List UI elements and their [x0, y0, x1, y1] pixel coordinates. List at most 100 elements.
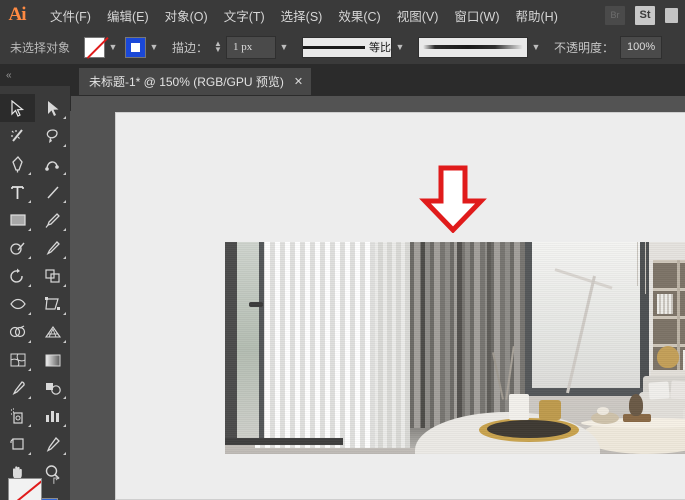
fill-swatch[interactable]: [84, 36, 106, 58]
stroke-swatch[interactable]: [125, 36, 147, 58]
canvas-area[interactable]: [70, 111, 685, 500]
rectangle-tool[interactable]: [0, 206, 35, 234]
brush-chevron-down-icon[interactable]: ▼: [528, 37, 544, 58]
tool-row: [0, 150, 70, 178]
stroke-profile-chevron-down-icon[interactable]: ▼: [392, 37, 408, 58]
menu-edit[interactable]: 编辑(E): [99, 2, 157, 29]
magic-wand-tool[interactable]: [0, 122, 35, 150]
stroke-weight-chevron-down-icon[interactable]: ▼: [276, 37, 292, 58]
tool-flyout-indicator-icon: [63, 256, 66, 259]
photo-shelf-divider: [677, 260, 680, 386]
stroke-profile-label: 等比: [368, 42, 391, 54]
brush-definition-dropdown[interactable]: [417, 36, 528, 58]
photo-pendant-cord: [637, 242, 638, 286]
bridge-icon[interactable]: Br: [605, 5, 625, 25]
tool-flyout-indicator-icon: [28, 228, 31, 231]
tool-flyout-indicator-icon: [63, 284, 66, 287]
tool-flyout-indicator-icon: [63, 424, 66, 427]
tool-flyout-indicator-icon: [28, 284, 31, 287]
eyedropper-tool[interactable]: [0, 374, 35, 402]
stroke-chevron-down-icon[interactable]: ▼: [146, 37, 162, 58]
photo-drape-fold: [487, 242, 491, 430]
illustrator-window: Ai 文件(F) 编辑(E) 对象(O) 文字(T) 选择(S) 效果(C) 视…: [0, 0, 685, 500]
selection-tool[interactable]: [0, 94, 35, 122]
tool-flyout-indicator-icon: [28, 256, 31, 259]
photo-drape-fold: [421, 242, 425, 432]
menu-help[interactable]: 帮助(H): [508, 2, 566, 29]
tool-row: [0, 122, 70, 150]
workspace-switcher-icon[interactable]: [665, 7, 678, 23]
shape-builder-tool[interactable]: [0, 318, 35, 346]
shaper-tool[interactable]: [0, 234, 35, 262]
paintbrush-tool[interactable]: [35, 206, 70, 234]
tool-row: [0, 206, 70, 234]
tool-row: [0, 346, 70, 374]
tool-grid: [0, 94, 70, 486]
artboard[interactable]: [115, 112, 685, 500]
toolbar-fill-swatch[interactable]: [8, 478, 42, 500]
menu-view[interactable]: 视图(V): [389, 2, 447, 29]
curvature-tool[interactable]: [35, 150, 70, 178]
photo-sheer-curtain: [255, 242, 375, 448]
tool-flyout-indicator-icon: [28, 452, 31, 455]
column-graph-tool[interactable]: [35, 402, 70, 430]
opacity-label: 不透明度：: [553, 40, 614, 55]
tool-flyout-indicator-icon: [63, 200, 66, 203]
menu-object[interactable]: 对象(O): [157, 2, 216, 29]
blend-tool[interactable]: [35, 374, 70, 402]
opacity-input[interactable]: 100%: [619, 35, 663, 59]
pencil-tool[interactable]: [35, 234, 70, 262]
stroke-weight-input[interactable]: 1 px: [225, 35, 276, 59]
menu-effect[interactable]: 效果(C): [330, 2, 388, 29]
stroke-profile-preview-icon: [302, 45, 365, 49]
swap-fill-stroke-icon[interactable]: ↱: [51, 474, 60, 487]
photo-decor-ball: [597, 407, 609, 415]
interior-living-room-photo[interactable]: [225, 242, 685, 454]
free-transform-tool[interactable]: [35, 290, 70, 318]
slice-tool[interactable]: [35, 430, 70, 458]
document-tab-title: 未标题-1* @ 150% (RGB/GPU 预览): [89, 75, 284, 89]
perspective-grid-tool[interactable]: [35, 318, 70, 346]
stepper-down-icon[interactable]: ▼: [214, 46, 222, 54]
fill-chevron-down-icon[interactable]: ▼: [105, 37, 121, 58]
stroke-weight-label: 描边：: [172, 40, 209, 55]
document-tab[interactable]: 未标题-1* @ 150% (RGB/GPU 预览) ✕: [78, 67, 313, 96]
lasso-tool[interactable]: [35, 122, 70, 150]
menu-bar: Ai 文件(F) 编辑(E) 对象(O) 文字(T) 选择(S) 效果(C) 视…: [0, 0, 685, 31]
photo-candle: [509, 394, 529, 420]
gradient-tool[interactable]: [35, 346, 70, 374]
line-segment-tool[interactable]: [35, 178, 70, 206]
stroke-profile-dropdown[interactable]: 等比: [301, 36, 392, 58]
symbol-sprayer-tool[interactable]: [0, 402, 35, 430]
pen-tool[interactable]: [0, 150, 35, 178]
photo-window-handle: [249, 302, 263, 307]
width-tool[interactable]: [0, 290, 35, 318]
photo-window-frame-left: [525, 242, 532, 394]
stroke-weight-stepper[interactable]: ▲ ▼: [214, 40, 222, 54]
rotate-tool[interactable]: [0, 262, 35, 290]
tool-flyout-indicator-icon: [63, 396, 66, 399]
menu-select[interactable]: 选择(S): [273, 2, 331, 29]
photo-shelf-board: [653, 260, 685, 263]
photo-window-glass-left: [237, 242, 259, 440]
menu-file[interactable]: 文件(F): [42, 2, 99, 29]
tool-row: [0, 234, 70, 262]
fill-stroke-swatches: ↱: [8, 475, 66, 500]
tool-row: [0, 262, 70, 290]
tool-row: [0, 178, 70, 206]
menu-type[interactable]: 文字(T): [216, 2, 273, 29]
scale-tool[interactable]: [35, 262, 70, 290]
photo-books: [657, 294, 673, 314]
menu-window[interactable]: 窗口(W): [446, 2, 507, 29]
type-tool[interactable]: [0, 178, 35, 206]
panel-collapse-icon[interactable]: «: [6, 70, 11, 81]
tool-flyout-indicator-icon: [63, 228, 66, 231]
direct-selection-tool[interactable]: [35, 94, 70, 122]
photo-window-base: [225, 438, 343, 445]
document-tab-bar: « 未标题-1* @ 150% (RGB/GPU 预览) ✕: [0, 64, 685, 96]
artboard-tool[interactable]: [0, 430, 35, 458]
close-icon[interactable]: ✕: [294, 75, 303, 88]
stock-icon[interactable]: St: [635, 5, 655, 25]
mesh-tool[interactable]: [0, 346, 35, 374]
tool-flyout-indicator-icon: [28, 200, 31, 203]
